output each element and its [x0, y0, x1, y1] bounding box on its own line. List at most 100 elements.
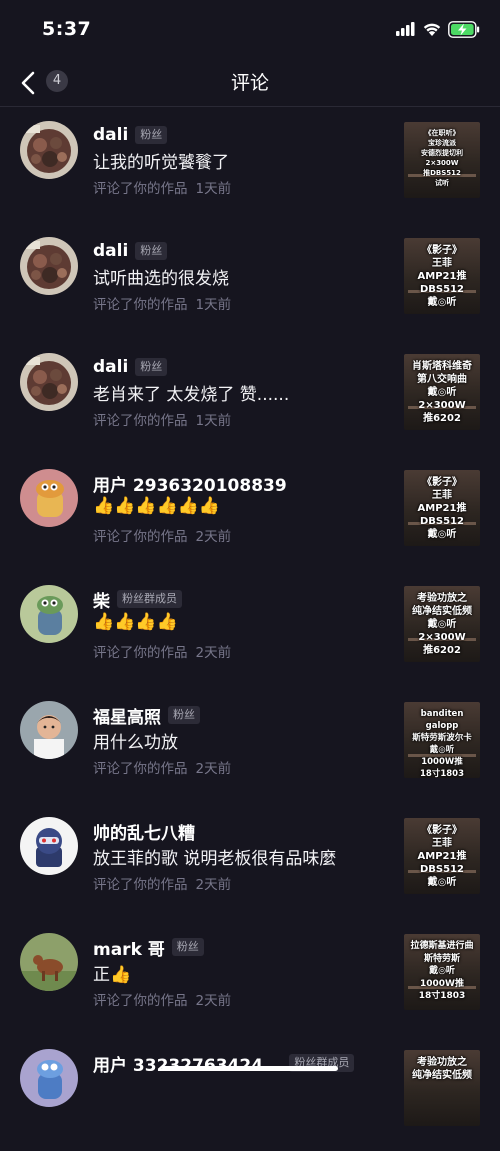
fan-tag: 粉丝	[168, 706, 200, 724]
comment-meta: 评论了你的作品 2天前	[93, 873, 231, 893]
comment-row[interactable]: dali 粉丝 试听曲选的很发烧 评论了你的作品 1天前 《影子》 王菲 AMP2…	[0, 223, 500, 339]
cartoon-avatar[interactable]	[20, 585, 78, 643]
comment-action: 评论了你的作品	[93, 877, 188, 893]
comment-row[interactable]: 柴 粉丝群成员 👍👍👍👍 评论了你的作品 2天前 考验功放之 纯净结实低频 戴◎听…	[0, 571, 500, 687]
comment-meta: 评论了你的作品 1天前	[93, 177, 231, 197]
thumbnail-caption: 拉德斯基进行曲 斯特劳斯 戴◎听 1000W推 18寸1803	[410, 941, 474, 1001]
comment-user-line: dali 粉丝	[93, 239, 168, 263]
comment-user-line: 福星高照 粉丝	[93, 703, 200, 728]
comment-meta: 评论了你的作品 1天前	[93, 409, 231, 429]
comment-text: 放王菲的歌 说明老板很有品味麼	[93, 849, 337, 869]
fan-tag: 粉丝	[171, 938, 204, 956]
thumbnail-caption: banditen galopp 斯特劳斯波尔卡 戴◎听 1000W推 18寸18…	[412, 709, 472, 778]
comment-username[interactable]: 用户 33232763424...	[93, 1051, 282, 1076]
comment-action: 评论了你的作品	[93, 993, 188, 1009]
signal-icon	[396, 22, 415, 36]
comment-user-line: mark 哥 粉丝	[93, 935, 204, 960]
cartoon-avatar[interactable]	[20, 469, 78, 527]
child-photo-avatar[interactable]	[20, 701, 78, 759]
comment-action: 评论了你的作品	[93, 297, 188, 313]
comment-row[interactable]: mark 哥 粉丝 正👍 评论了你的作品 2天前 拉德斯基进行曲 斯特劳斯 戴◎听…	[0, 919, 500, 1035]
video-thumbnail[interactable]: 肖斯塔科维奇 第八交响曲 戴◎听 2×300W 推6202	[404, 354, 480, 430]
comment-row[interactable]: 帅的乱七八糟 放王菲的歌 说明老板很有品味麼 评论了你的作品 2天前 《影子》 王…	[0, 803, 500, 919]
battery-charging-icon	[448, 21, 480, 38]
comment-action: 评论了你的作品	[93, 181, 188, 197]
comment-row[interactable]: dali 粉丝 让我的听觉饕餮了 评论了你的作品 1天前 《在职听》 宝珍流派 安…	[0, 107, 500, 223]
food-photo-avatar[interactable]	[20, 237, 78, 295]
thumbnail-caption: 《影子》 王菲 AMP21推 DBS512 戴◎听	[417, 477, 467, 540]
comment-action: 评论了你的作品	[93, 761, 188, 777]
comment-time: 2天前	[195, 993, 232, 1009]
comment-username[interactable]: 帅的乱七八糟	[93, 819, 195, 844]
home-indicator[interactable]	[162, 1066, 338, 1071]
comment-time: 2天前	[195, 529, 232, 545]
comment-text: 老肖来了 太发烧了 赞......	[93, 385, 290, 405]
nav-bar: 4 评论	[0, 60, 500, 107]
comment-username[interactable]: 柴	[93, 587, 110, 612]
thumbnail-caption: 《在职听》 宝珍流派 安德烈提切利 2×300W 推DBS512 试听	[421, 129, 463, 187]
comment-text: 试听曲选的很发烧	[93, 269, 229, 289]
video-thumbnail[interactable]: banditen galopp 斯特劳斯波尔卡 戴◎听 1000W推 18寸18…	[404, 702, 480, 778]
video-thumbnail[interactable]: 考验功放之 纯净结实低频 戴◎听 2×300W 推6202	[404, 586, 480, 662]
comment-meta: 评论了你的作品 2天前	[93, 525, 231, 545]
comment-text: 👍👍👍👍	[93, 612, 178, 632]
comment-meta: 评论了你的作品 1天前	[93, 293, 231, 313]
comment-username[interactable]: dali	[93, 241, 128, 261]
comment-row[interactable]: 福星高照 粉丝 用什么功放 评论了你的作品 2天前 banditen galopp…	[0, 687, 500, 803]
comment-text: 👍👍👍👍👍👍	[93, 496, 221, 516]
comment-text: 让我的听觉饕餮了	[93, 153, 229, 173]
comment-action: 评论了你的作品	[93, 529, 188, 545]
comment-username[interactable]: dali	[93, 357, 128, 377]
fan-tag: 粉丝	[135, 126, 168, 144]
video-thumbnail[interactable]: 《影子》 王菲 AMP21推 DBS512 戴◎听	[404, 818, 480, 894]
comment-time: 2天前	[195, 877, 232, 893]
comment-username[interactable]: dali	[93, 125, 128, 145]
comment-list: dali 粉丝 让我的听觉饕餮了 评论了你的作品 1天前 《在职听》 宝珍流派 安…	[0, 107, 500, 1151]
video-thumbnail[interactable]: 考验功放之 纯净结实低频	[404, 1050, 480, 1126]
food-photo-avatar[interactable]	[20, 121, 78, 179]
comment-meta: 评论了你的作品 2天前	[93, 757, 231, 777]
fan-group-tag: 粉丝群成员	[117, 590, 182, 608]
comment-time: 2天前	[195, 645, 232, 661]
comment-action: 评论了你的作品	[93, 645, 188, 661]
food-photo-avatar[interactable]	[20, 353, 78, 411]
status-time: 5:37	[42, 18, 92, 40]
thumbnail-caption: 《影子》 王菲 AMP21推 DBS512 戴◎听	[417, 825, 467, 888]
comment-user-line: 柴 粉丝群成员	[93, 587, 182, 612]
comment-user-line: dali 粉丝	[93, 355, 168, 379]
comment-user-line: 用户 33232763424... 粉丝群成员	[93, 1051, 355, 1076]
fan-tag: 粉丝	[135, 358, 168, 376]
thumbnail-caption: 《影子》 王菲 AMP21推 DBS512 戴◎听	[417, 245, 467, 308]
thumbnail-caption: 考验功放之 纯净结实低频 戴◎听 2×300W 推6202	[412, 593, 472, 656]
comment-time: 2天前	[195, 761, 232, 777]
comment-time: 1天前	[195, 297, 232, 313]
comment-row[interactable]: 用户 2936320108839 👍👍👍👍👍👍 评论了你的作品 2天前 《影子》 …	[0, 455, 500, 571]
comment-time: 1天前	[195, 413, 232, 429]
comment-username[interactable]: mark 哥	[93, 935, 165, 960]
thumbnail-caption: 肖斯塔科维奇 第八交响曲 戴◎听 2×300W 推6202	[412, 361, 472, 424]
comment-username[interactable]: 福星高照	[93, 703, 161, 728]
comment-username[interactable]: 用户 2936320108839	[93, 471, 287, 496]
video-thumbnail[interactable]: 拉德斯基进行曲 斯特劳斯 戴◎听 1000W推 18寸1803	[404, 934, 480, 1010]
comment-user-line: dali 粉丝	[93, 123, 168, 147]
cow-photo-avatar[interactable]	[20, 933, 78, 991]
thumbnail-caption: 考验功放之 纯净结实低频	[412, 1057, 472, 1081]
comment-meta: 评论了你的作品 2天前	[93, 641, 231, 661]
comment-action: 评论了你的作品	[93, 413, 188, 429]
video-thumbnail[interactable]: 《在职听》 宝珍流派 安德烈提切利 2×300W 推DBS512 试听	[404, 122, 480, 198]
robot-avatar[interactable]	[20, 817, 78, 875]
comment-user-line: 帅的乱七八糟	[93, 819, 195, 844]
comment-text: 正👍	[93, 965, 132, 985]
comment-row[interactable]: 用户 33232763424... 粉丝群成员 考验功放之 纯净结实低频	[0, 1035, 500, 1151]
video-thumbnail[interactable]: 《影子》 王菲 AMP21推 DBS512 戴◎听	[404, 470, 480, 546]
cartoon-avatar[interactable]	[20, 1049, 78, 1107]
page-title: 评论	[230, 72, 269, 94]
comment-meta: 评论了你的作品 2天前	[93, 989, 231, 1009]
comment-time: 1天前	[195, 181, 232, 197]
wifi-icon	[423, 23, 441, 36]
comment-user-line: 用户 2936320108839	[93, 471, 287, 496]
comment-row[interactable]: dali 粉丝 老肖来了 太发烧了 赞...... 评论了你的作品 1天前 肖斯塔…	[0, 339, 500, 455]
video-thumbnail[interactable]: 《影子》 王菲 AMP21推 DBS512 戴◎听	[404, 238, 480, 314]
fan-tag: 粉丝	[135, 242, 168, 260]
comment-text: 用什么功放	[93, 733, 178, 753]
